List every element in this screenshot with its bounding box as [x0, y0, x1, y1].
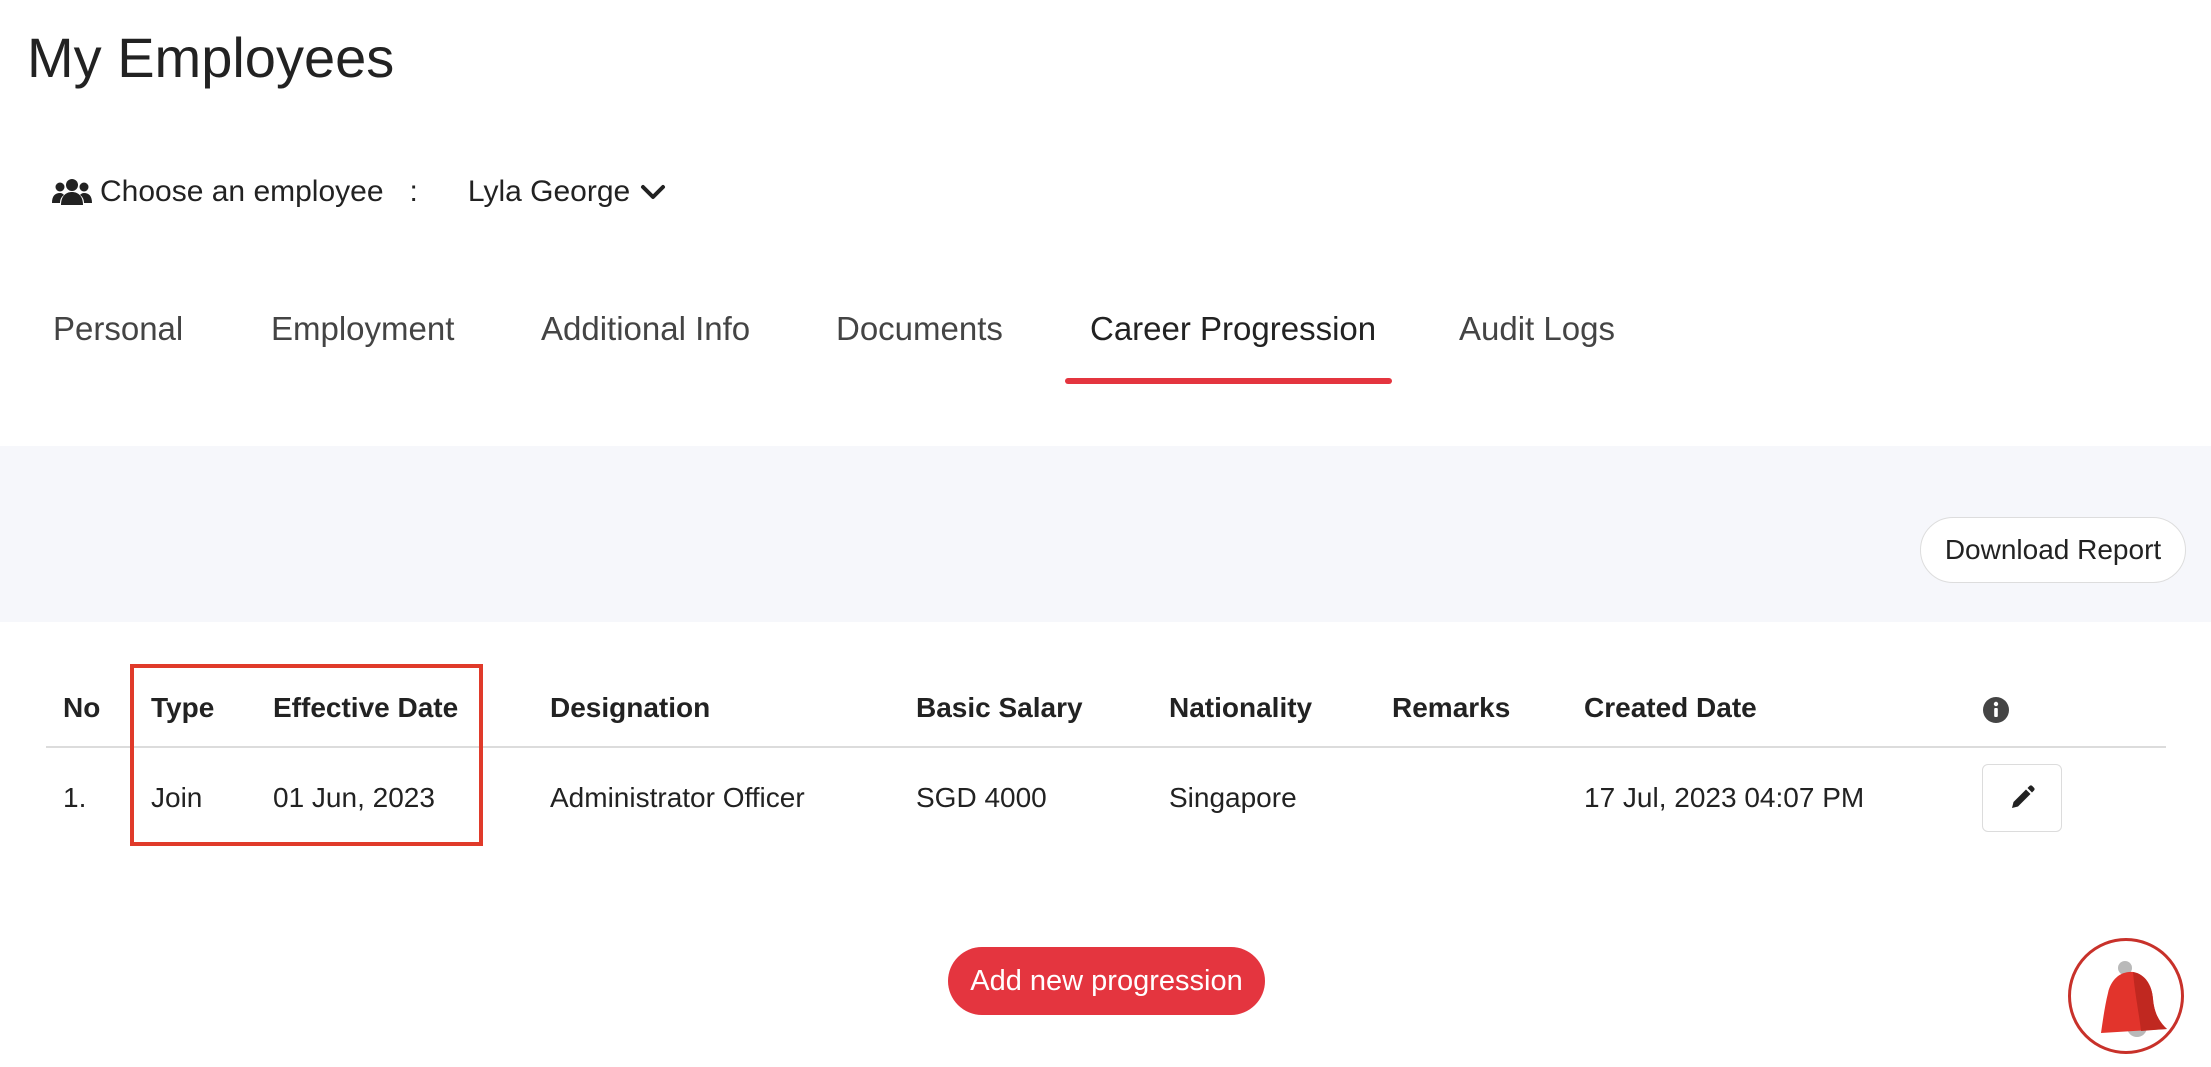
tab-career-progression[interactable]: Career Progression — [1090, 310, 1376, 348]
cell-type: Join — [151, 782, 203, 813]
page: My Employees Choose an employee : Lyla G… — [0, 0, 2211, 1067]
active-tab-indicator — [1065, 378, 1392, 384]
cell-effective-date: 01 Jun, 2023 — [273, 782, 435, 813]
add-new-progression-button[interactable]: Add new progression — [948, 947, 1265, 1015]
edit-row-button[interactable] — [1982, 764, 2062, 832]
info-circle-icon[interactable] — [1982, 696, 2010, 724]
toolbar-band — [0, 446, 2211, 622]
tab-additional-info[interactable]: Additional Info — [541, 310, 750, 348]
header-designation: Designation — [550, 692, 711, 723]
selected-employee: Lyla George — [467, 175, 631, 208]
tab-employment[interactable]: Employment — [271, 310, 454, 348]
header-nationality: Nationality — [1169, 692, 1313, 723]
bell-icon — [2101, 961, 2167, 1037]
cell-action — [1965, 747, 2166, 848]
header-remarks: Remarks — [1392, 692, 1511, 723]
career-progression-table: No Type Effective Date Designation Basic… — [46, 670, 2166, 848]
table-header-row: No Type Effective Date Designation Basic… — [46, 670, 2166, 747]
employee-picker: Choose an employee : Lyla George — [52, 168, 666, 216]
table-row: 1. Join 01 Jun, 2023 Administrator Offic… — [46, 747, 2166, 848]
cell-created-date: 17 Jul, 2023 04:07 PM — [1584, 782, 1865, 813]
header-created-date: Created Date — [1584, 692, 1757, 723]
cell-designation: Administrator Officer — [550, 782, 805, 813]
employee-picker-separator: : — [409, 175, 418, 208]
tab-bar: Personal Employment Additional Info Docu… — [0, 300, 2211, 384]
header-no: No — [63, 692, 101, 723]
cell-remarks — [1375, 747, 1567, 848]
employee-picker-label: Choose an employee — [100, 175, 384, 208]
tab-documents[interactable]: Documents — [836, 310, 1003, 348]
header-info — [1965, 670, 2166, 747]
download-report-button[interactable]: Download Report — [1920, 517, 2186, 583]
page-title: My Employees — [27, 26, 395, 89]
cell-basic-salary: SGD 4000 — [916, 782, 1047, 813]
users-icon — [52, 179, 92, 205]
header-basic-salary: Basic Salary — [916, 692, 1083, 723]
tab-audit-logs[interactable]: Audit Logs — [1459, 310, 1615, 348]
tab-personal[interactable]: Personal — [53, 310, 183, 348]
notification-widget[interactable] — [2068, 938, 2184, 1054]
header-effective-date: Effective Date — [273, 692, 459, 723]
pencil-icon — [2012, 785, 2035, 808]
cell-no: 1. — [63, 782, 87, 813]
chevron-down-icon — [641, 185, 666, 199]
employee-select[interactable]: Lyla George — [468, 175, 666, 209]
cell-nationality: Singapore — [1169, 782, 1297, 813]
header-type: Type — [151, 692, 215, 723]
